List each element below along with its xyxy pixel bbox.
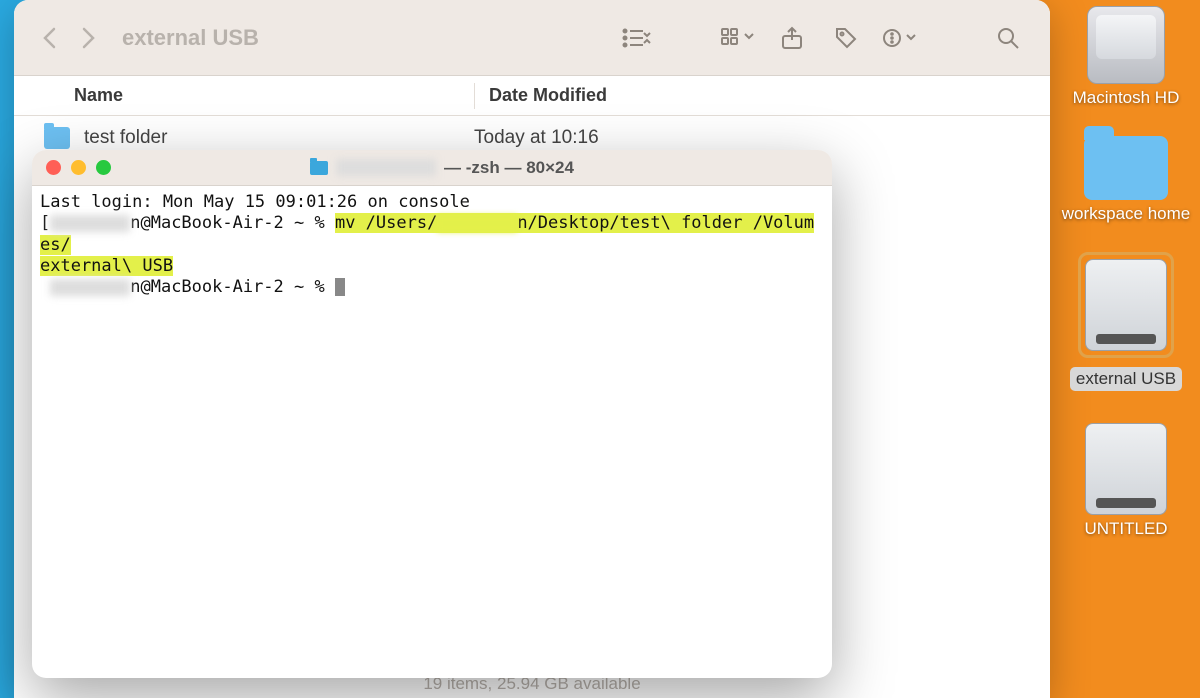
terminal-title: — -zsh — 80×24 — [121, 158, 763, 178]
search-icon[interactable] — [988, 22, 1028, 54]
back-button[interactable] — [36, 25, 62, 51]
finder-toolbar: external USB — [14, 0, 1050, 76]
column-modified-header[interactable]: Date Modified — [489, 85, 607, 106]
desktop-item-untitled[interactable]: UNTITLED — [1056, 423, 1196, 539]
terminal-command-wrap: external\ USB — [40, 256, 173, 276]
group-icon[interactable] — [718, 22, 758, 54]
zoom-icon[interactable] — [96, 160, 111, 175]
desktop-item-external-usb[interactable]: external USB — [1056, 252, 1196, 391]
desktop-icons: Macintosh HD workspace home external USB… — [1052, 0, 1200, 698]
more-icon[interactable] — [880, 22, 920, 54]
terminal-prompt: [n@MacBook-Air-2 ~ % — [40, 213, 335, 233]
terminal-titlebar[interactable]: — -zsh — 80×24 — [32, 150, 832, 186]
hd-icon — [1087, 6, 1165, 84]
terminal-window: — -zsh — 80×24 Last login: Mon May 15 09… — [32, 150, 832, 678]
desktop-item-macintosh-hd[interactable]: Macintosh HD — [1056, 6, 1196, 108]
finder-column-headers: Name Date Modified — [14, 76, 1050, 116]
external-drive-icon — [1085, 423, 1167, 515]
folder-icon — [44, 127, 70, 149]
cursor-icon — [335, 278, 345, 297]
terminal-prompt: n@MacBook-Air-2 ~ % — [40, 277, 335, 297]
terminal-body[interactable]: Last login: Mon May 15 09:01:26 on conso… — [32, 186, 832, 304]
finder-title: external USB — [122, 25, 259, 51]
share-icon[interactable] — [772, 22, 812, 54]
folder-icon — [1084, 136, 1168, 200]
row-modified: Today at 10:16 — [474, 127, 599, 149]
desktop-item-workspace[interactable]: workspace home — [1056, 136, 1196, 224]
minimize-icon[interactable] — [71, 160, 86, 175]
external-drive-icon — [1085, 259, 1167, 351]
column-name-header[interactable]: Name — [74, 85, 474, 106]
terminal-line: Last login: Mon May 15 09:01:26 on conso… — [40, 192, 470, 212]
row-name: test folder — [84, 127, 167, 149]
close-icon[interactable] — [46, 160, 61, 175]
forward-button[interactable] — [76, 25, 102, 51]
view-list-icon[interactable] — [618, 22, 658, 54]
folder-icon — [310, 161, 328, 175]
tag-icon[interactable] — [826, 22, 866, 54]
